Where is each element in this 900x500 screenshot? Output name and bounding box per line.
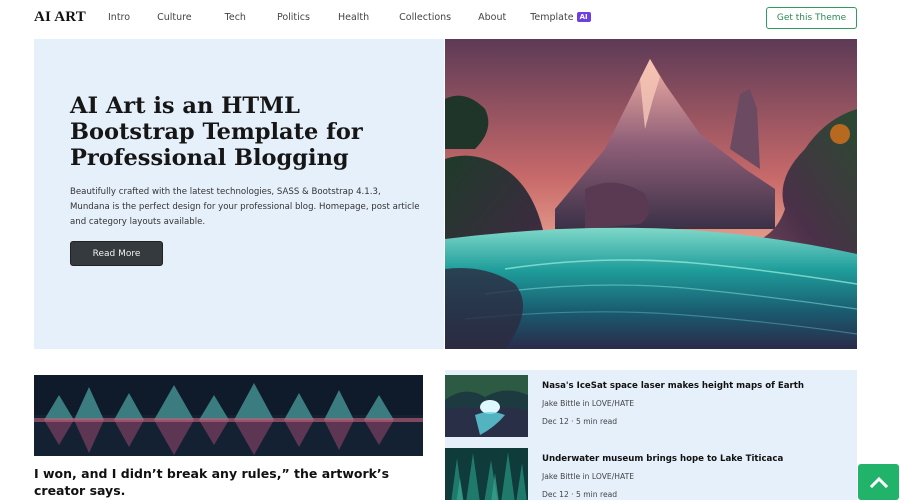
back-to-top-button[interactable] <box>858 464 899 500</box>
top-navbar: AI ART Intro Culture Tech Politics Healt… <box>0 0 900 38</box>
mountain-river-landscape-icon <box>445 39 857 349</box>
post-meta: Dec 12 · 5 min read <box>542 490 618 499</box>
list-item[interactable]: Underwater museum brings hope to Lake Ti… <box>445 448 857 500</box>
get-theme-button[interactable]: Get this Theme <box>766 7 857 29</box>
ai-badge: AI <box>576 12 591 22</box>
feature-title[interactable]: I won, and I didn’t break any rules,” th… <box>34 465 434 499</box>
post-title[interactable]: Underwater museum brings hope to Lake Ti… <box>542 454 783 464</box>
nav-item-intro[interactable]: Intro <box>108 12 130 23</box>
post-meta: Dec 12 · 5 min read <box>542 417 618 426</box>
nav-item-culture[interactable]: Culture <box>157 12 192 23</box>
nav-item-about[interactable]: About <box>478 12 506 23</box>
nav-menu: Intro Culture Tech Politics Health Colle… <box>108 12 618 23</box>
post-thumbnail[interactable] <box>445 375 528 437</box>
hero-description: Beautifully crafted with the latest tech… <box>70 187 420 227</box>
nav-item-politics[interactable]: Politics <box>277 12 310 23</box>
brand-logo[interactable]: AI ART <box>34 9 86 26</box>
list-item[interactable]: Nasa's IceSat space laser makes height m… <box>445 375 857 443</box>
post-author: Jake Bittle in LOVE/HATE <box>542 472 635 481</box>
hero-image[interactable] <box>445 39 857 349</box>
read-more-button[interactable]: Read More <box>70 241 163 266</box>
post-title[interactable]: Nasa's IceSat space laser makes height m… <box>542 381 804 391</box>
hero-panel: AI Art is an HTML Bootstrap Template for… <box>34 39 444 349</box>
forest-reflection-icon <box>34 375 423 456</box>
post-author: Jake Bittle in LOVE/HATE <box>542 399 635 408</box>
nav-item-template[interactable]: Template AI <box>530 12 591 23</box>
nav-item-collections[interactable]: Collections <box>399 12 451 23</box>
teal-forest-icon <box>445 448 528 500</box>
post-thumbnail[interactable] <box>445 448 528 500</box>
nav-item-tech[interactable]: Tech <box>225 12 246 23</box>
chevron-up-icon <box>869 476 888 488</box>
hero-title: AI Art is an HTML Bootstrap Template for… <box>70 93 363 171</box>
nav-item-template-label: Template <box>530 12 574 23</box>
nav-item-health[interactable]: Health <box>338 12 369 23</box>
glowing-cave-river-icon <box>445 375 528 437</box>
feature-image[interactable] <box>34 375 423 456</box>
